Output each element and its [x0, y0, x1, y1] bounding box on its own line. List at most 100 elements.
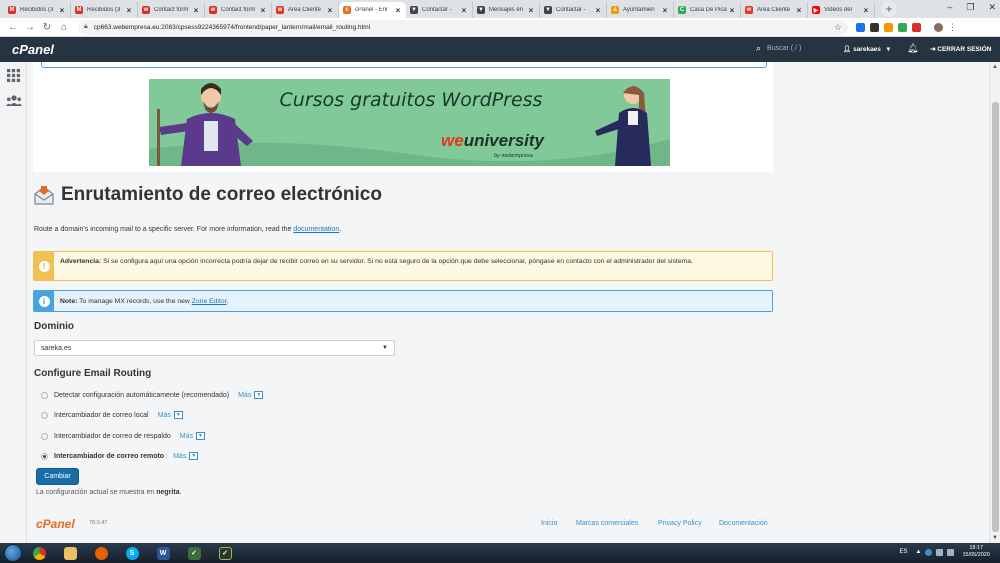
close-tab-icon[interactable]: ×	[394, 6, 402, 15]
promo-banner[interactable]: Cursos gratuitos WordPress weuniversity …	[149, 79, 670, 166]
battery-icon[interactable]	[936, 548, 944, 556]
browser-tab[interactable]: C Casa De Pica ×	[674, 2, 741, 18]
site-icon: a	[611, 6, 619, 14]
extension-icons: ⋮	[856, 22, 957, 33]
word-taskbar-icon[interactable]: W	[149, 544, 177, 562]
page-scrollbar[interactable]: ▲ ▼	[989, 62, 1000, 543]
logout-button[interactable]: ⇥ CERRAR SESIÓN	[930, 45, 991, 53]
start-button[interactable]	[4, 544, 22, 562]
more-toggle[interactable]: Más ▼	[238, 391, 264, 399]
close-tab-icon[interactable]: ×	[527, 6, 535, 15]
explorer-taskbar-icon[interactable]	[56, 544, 84, 562]
logout-label: CERRAR SESIÓN	[937, 46, 992, 53]
url-field[interactable]: 🔒︎ cp663.webempresa.eu:2083/cpsess922436…	[78, 19, 848, 35]
browser-tab[interactable]: w Área Cliente ×	[741, 2, 808, 18]
radio-button[interactable]	[41, 411, 48, 419]
more-toggle[interactable]: Más ▼	[158, 411, 183, 419]
lock-icon[interactable]: 🔒︎	[84, 23, 88, 31]
browser-tab[interactable]: M Recibidos (3 ×	[71, 2, 138, 18]
browser-tab[interactable]: ▼ Mensajes en ×	[473, 2, 540, 18]
bookmark-star-icon[interactable]: ☆	[834, 22, 842, 33]
browser-tab[interactable]: ▼ Contactar - ×	[406, 2, 473, 18]
radio-button-selected[interactable]	[41, 452, 48, 460]
extension-icon[interactable]	[870, 22, 879, 32]
back-icon[interactable]: ←	[6, 22, 20, 33]
footer-link-trademarks[interactable]: Marcas comerciales	[576, 520, 638, 527]
scroll-up-icon[interactable]: ▲	[992, 64, 998, 70]
close-tab-icon[interactable]: ×	[125, 6, 133, 15]
chrome-taskbar-icon[interactable]	[25, 544, 53, 562]
scroll-down-icon[interactable]: ▼	[992, 535, 998, 541]
grid-apps-icon[interactable]	[0, 62, 27, 88]
radio-button[interactable]	[41, 432, 48, 440]
close-window-icon[interactable]: ✕	[988, 2, 996, 13]
extension-icon[interactable]	[898, 22, 907, 32]
extension-icon[interactable]	[856, 22, 865, 32]
user-menu[interactable]: 👤︎ sarekaes ▾	[843, 45, 890, 53]
users-icon[interactable]	[0, 88, 27, 114]
tray-app-icon[interactable]	[925, 548, 933, 556]
browser-tab[interactable]: M Recibidos (3 ×	[4, 2, 71, 18]
footer-link-documentation[interactable]: Documentación	[719, 520, 768, 527]
footer-link-home[interactable]: Inicio	[541, 520, 557, 527]
home-icon[interactable]: ⌂	[57, 22, 71, 33]
firefox-taskbar-icon[interactable]	[87, 544, 115, 562]
browser-tab[interactable]: c cPanel - Enr ×	[339, 2, 406, 18]
close-tab-icon[interactable]: ×	[795, 6, 803, 15]
network-icon[interactable]	[947, 548, 955, 556]
skype-taskbar-icon[interactable]: S	[118, 544, 146, 562]
browser-tab[interactable]: w Contact form ×	[205, 2, 272, 18]
browser-tab[interactable]: w Contact form ×	[138, 2, 205, 18]
radio-button[interactable]	[41, 391, 48, 399]
app-taskbar-icon[interactable]: ✓	[180, 544, 208, 562]
logout-icon: ⇥	[930, 46, 936, 53]
reload-icon[interactable]: ↻	[40, 22, 54, 33]
footer-link-privacy[interactable]: Privacy Policy	[658, 520, 702, 527]
new-tab-button[interactable]: +	[881, 1, 897, 17]
close-tab-icon[interactable]: ×	[326, 6, 334, 15]
close-tab-icon[interactable]: ×	[594, 6, 602, 15]
close-tab-icon[interactable]: ×	[862, 6, 870, 15]
close-tab-icon[interactable]: ×	[661, 6, 669, 15]
maximize-icon[interactable]: ❐	[966, 2, 974, 13]
close-tab-icon[interactable]: ×	[460, 6, 468, 15]
site-icon: ▼	[410, 6, 418, 14]
close-tab-icon[interactable]: ×	[259, 6, 267, 15]
close-tab-icon[interactable]: ×	[192, 6, 200, 15]
forward-icon[interactable]: →	[23, 22, 37, 33]
cpanel-icon: c	[343, 6, 351, 14]
app-taskbar-icon[interactable]: ✓	[211, 544, 239, 562]
extension-icon[interactable]	[884, 22, 893, 32]
zone-editor-link[interactable]: Zone Editor	[192, 298, 227, 305]
language-indicator[interactable]: ES	[900, 549, 908, 555]
browser-tab[interactable]: a Ayuntamien ×	[607, 2, 674, 18]
bell-icon[interactable]: 🔔︎	[907, 43, 918, 54]
profile-avatar[interactable]	[934, 22, 943, 32]
browser-tab[interactable]: ▼ Contactar - ×	[540, 2, 607, 18]
documentation-link[interactable]: documentation	[293, 226, 339, 233]
routing-option-local[interactable]: Intercambiador de correo local Más ▼	[41, 411, 183, 419]
system-clock[interactable]: 18:17 15/05/2020	[962, 545, 990, 559]
cpanel-logo[interactable]: cPanel	[12, 42, 54, 57]
footer-cpanel-logo[interactable]: cPanel	[36, 517, 75, 531]
browser-tab[interactable]: ▶ Videos del ×	[808, 2, 875, 18]
change-button[interactable]: Cambiar	[36, 468, 79, 485]
tray-expand-icon[interactable]: ▲	[916, 549, 922, 555]
gmail-icon: M	[75, 6, 83, 14]
scrollbar-thumb[interactable]	[992, 102, 999, 532]
menu-kebab-icon[interactable]: ⋮	[948, 22, 957, 33]
more-toggle[interactable]: Más ▼	[173, 452, 199, 460]
domain-select[interactable]: sareka.es ▼	[34, 340, 395, 356]
routing-option-remote[interactable]: Intercambiador de correo remoto Más ▼	[41, 452, 199, 460]
current-config-bold: negrita	[156, 489, 180, 496]
browser-tab[interactable]: w Área Cliente ×	[272, 2, 339, 18]
minimize-icon[interactable]: –	[947, 2, 952, 13]
routing-option-backup[interactable]: Intercambiador de correo de respaldo Más…	[41, 432, 205, 440]
routing-option-auto[interactable]: Detectar configuración automáticamente (…	[41, 391, 264, 399]
extension-icon[interactable]	[912, 22, 921, 32]
close-tab-icon[interactable]: ×	[58, 6, 66, 15]
more-toggle[interactable]: Más ▼	[180, 432, 205, 440]
search-box[interactable]: ⌕ Buscar ( / )	[756, 43, 801, 54]
close-tab-icon[interactable]: ×	[728, 6, 736, 15]
system-tray: ES ▲ 18:17 15/05/2020	[900, 545, 991, 559]
